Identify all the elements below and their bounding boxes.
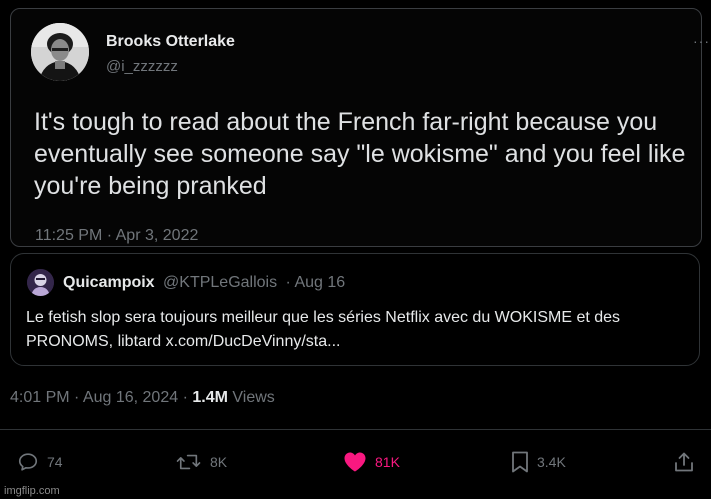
share-icon: [675, 452, 693, 472]
avatar: [31, 23, 89, 81]
bookmark-count: 3.4K: [537, 454, 566, 470]
avatar-drawing-icon: [27, 269, 54, 296]
embedded-display-name: Brooks Otterlake: [106, 33, 235, 50]
reply-count: 74: [47, 454, 63, 470]
like-button[interactable]: 81K: [343, 450, 400, 474]
embedded-timestamp: 11:25 PM · Apr 3, 2022: [35, 227, 199, 244]
quoted-tweet-card[interactable]: Quicampoix @KTPLeGallois · Aug 16 Le fet…: [10, 253, 700, 366]
post-timestamp[interactable]: 4:01 PM · Aug 16, 2024 ·: [10, 389, 188, 406]
quoted-handle[interactable]: @KTPLeGallois: [163, 274, 277, 291]
repost-button[interactable]: 8K: [176, 450, 227, 474]
views-count: 1.4M: [192, 389, 228, 406]
views-label: Views: [232, 389, 275, 406]
like-count: 81K: [375, 454, 400, 470]
post-meta: 4:01 PM · Aug 16, 2024 · 1.4M Views: [10, 389, 275, 407]
share-button[interactable]: [674, 450, 694, 474]
avatar-photo-icon: [31, 23, 89, 81]
embedded-tweet-text: It's tough to read about the French far-…: [34, 108, 686, 200]
bookmark-icon: [512, 451, 528, 473]
quoted-tweet-header: Quicampoix @KTPLeGallois · Aug 16: [63, 274, 345, 292]
reply-button[interactable]: 74: [17, 450, 63, 474]
divider: [0, 429, 711, 430]
quoted-display-name[interactable]: Quicampoix: [63, 274, 155, 291]
watermark: imgflip.com: [4, 485, 60, 497]
tweet-page: Brooks Otterlake @i_zzzzzz ··· It's toug…: [0, 0, 711, 499]
repost-icon: [176, 454, 201, 470]
heart-icon: [344, 452, 366, 472]
reply-icon: [18, 453, 38, 471]
embedded-tweet-image: Brooks Otterlake @i_zzzzzz ··· It's toug…: [10, 8, 709, 247]
quoted-date[interactable]: · Aug 16: [286, 274, 346, 291]
quoted-avatar[interactable]: [27, 269, 54, 296]
quoted-tweet-text: Le fetish slop sera toujours meilleur qu…: [26, 309, 621, 350]
repost-count: 8K: [210, 454, 228, 470]
bookmark-button[interactable]: 3.4K: [511, 450, 566, 474]
embedded-handle: @i_zzzzzz: [106, 58, 178, 75]
more-options-icon: ···: [693, 33, 710, 49]
